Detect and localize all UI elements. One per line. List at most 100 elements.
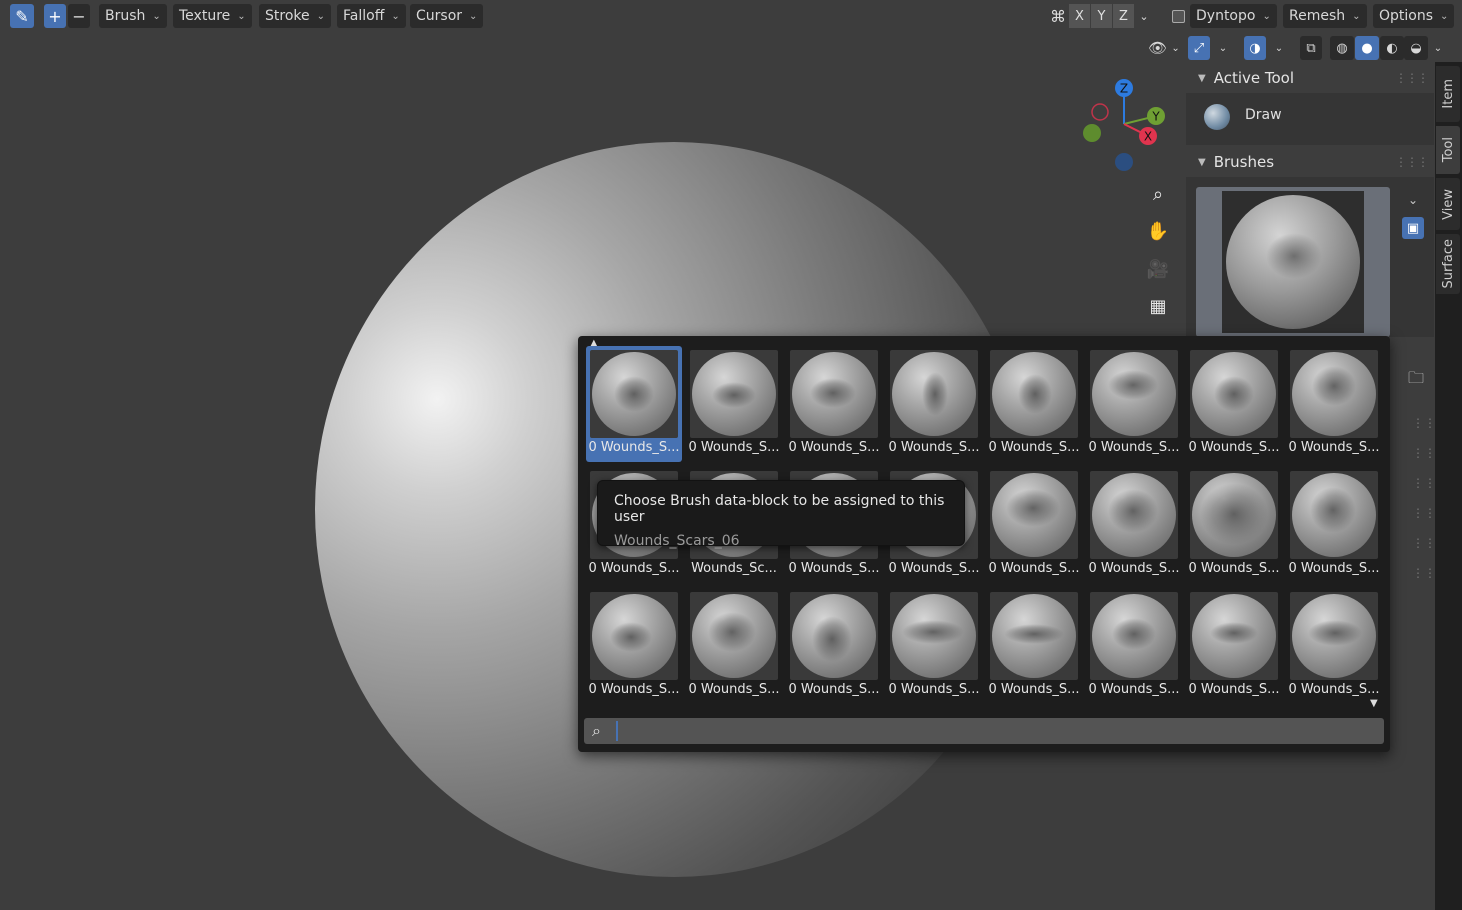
brush-preview-thumbnail xyxy=(1226,195,1360,329)
eye-icon: 👁 xyxy=(1148,39,1168,57)
brush-grid-label: 0 Wounds_S... xyxy=(988,440,1080,455)
brush-grid-label: 0 Wounds_S... xyxy=(988,561,1080,576)
brush-grid-item[interactable]: 0 Wounds_S... xyxy=(886,588,982,704)
brush-grid-item[interactable]: 0 Wounds_S... xyxy=(1286,467,1382,583)
pan-hand-icon[interactable]: ✋ xyxy=(1144,217,1172,245)
add-brush-icon[interactable]: + xyxy=(44,4,66,28)
brush-grid-label: Wounds_Sc... xyxy=(691,561,777,576)
xray-toggle-icon[interactable]: ⧉ xyxy=(1300,36,1322,60)
tab-view[interactable]: View xyxy=(1436,178,1460,230)
solid-shading-icon[interactable]: ● xyxy=(1355,36,1379,60)
neg-x-axis-handle[interactable] xyxy=(1091,103,1109,121)
gizmo-dropdown-chevron-icon[interactable]: ⌄ xyxy=(1212,36,1234,60)
brush-thumbnail xyxy=(690,592,778,680)
brush-grid-label: 0 Wounds_S... xyxy=(588,561,680,576)
image-icon[interactable]: ▣ xyxy=(1402,217,1424,239)
brush-grid-label: 0 Wounds_S... xyxy=(588,440,680,455)
brush-thumbnail xyxy=(1290,592,1378,680)
neg-z-axis-handle[interactable] xyxy=(1115,153,1133,171)
chevron-down-icon[interactable]: ⌄ xyxy=(1402,189,1424,211)
mirror-z-toggle[interactable]: Z xyxy=(1113,4,1134,28)
symmetry-icon[interactable]: ⌘ xyxy=(1046,4,1070,28)
brush-thumbnail xyxy=(590,592,678,680)
tab-item[interactable]: Item xyxy=(1436,66,1460,122)
ortho-grid-icon[interactable]: ▦ xyxy=(1144,292,1172,320)
brush-grid-label: 0 Wounds_S... xyxy=(988,682,1080,697)
brush-grid-item[interactable]: 0 Wounds_S... xyxy=(986,346,1082,462)
dyntopo-menu[interactable]: Dyntopo ⌄ xyxy=(1190,4,1277,28)
brush-search-field[interactable]: ⌕ xyxy=(584,718,1384,744)
brush-menu[interactable]: Brush ⌄ xyxy=(99,4,167,28)
mirror-x-toggle[interactable]: X xyxy=(1069,4,1090,28)
active-tool-header[interactable]: ▼ Active Tool ⋮⋮⋮ xyxy=(1186,63,1434,93)
navigation-gizmo[interactable]: Z Y X xyxy=(1078,76,1170,176)
brush-preview-frame[interactable] xyxy=(1196,187,1390,337)
brush-thumbnail xyxy=(690,350,778,438)
brush-grid-label: 0 Wounds_S... xyxy=(888,561,980,576)
brush-grid-item[interactable]: 0 Wounds_S... xyxy=(986,588,1082,704)
brushes-body: ⌄ ▣ xyxy=(1186,177,1434,337)
tab-tool[interactable]: Tool xyxy=(1436,126,1460,174)
brush-grid-item[interactable]: 0 Wounds_S... xyxy=(686,346,782,462)
brush-grid-item[interactable]: 0 Wounds_S... xyxy=(1286,346,1382,462)
overlays-dropdown-chevron-icon[interactable]: ⌄ xyxy=(1268,36,1290,60)
chevron-down-icon[interactable]: ⌄ xyxy=(1134,4,1154,28)
overlays-toggle-icon[interactable]: ◑ xyxy=(1244,36,1266,60)
brush-grid-item[interactable]: 0 Wounds_S... xyxy=(786,346,882,462)
brush-grid-item[interactable]: 0 Wounds_S... xyxy=(586,346,682,462)
camera-icon[interactable]: 🎥 xyxy=(1144,255,1172,283)
draw-brush-icon[interactable] xyxy=(1204,104,1230,130)
brush-grid-item[interactable]: 0 Wounds_S... xyxy=(1186,467,1282,583)
drag-grip-icon[interactable]: ⋮⋮⋮ xyxy=(1395,71,1429,85)
brush-grid-item[interactable]: 0 Wounds_S... xyxy=(1286,588,1382,704)
folder-icon[interactable]: 🗀 xyxy=(1404,368,1428,392)
brush-thumbnail xyxy=(1190,592,1278,680)
brush-grid-item[interactable]: 0 Wounds_S... xyxy=(886,346,982,462)
options-menu[interactable]: Options ⌄ xyxy=(1373,4,1455,28)
brush-grid-item[interactable]: 0 Wounds_S... xyxy=(1086,588,1182,704)
tooltip-value: Wounds_Scars_06 xyxy=(614,533,740,549)
brush-grid-label: 0 Wounds_S... xyxy=(1088,440,1180,455)
material-shading-icon[interactable]: ◐ xyxy=(1380,36,1404,60)
mirror-y-toggle[interactable]: Y xyxy=(1091,4,1112,28)
brush-grid-label: 0 Wounds_S... xyxy=(1288,440,1380,455)
texture-menu[interactable]: Texture ⌄ xyxy=(173,4,252,28)
remesh-menu[interactable]: Remesh ⌄ xyxy=(1283,4,1367,28)
brush-grid-label: 0 Wounds_S... xyxy=(788,682,880,697)
gizmo-toggle-icon[interactable]: ⤢ xyxy=(1188,36,1210,60)
brush-grid-item[interactable]: 0 Wounds_S... xyxy=(1086,346,1182,462)
brush-grid-item[interactable]: 0 Wounds_S... xyxy=(686,588,782,704)
brushes-header[interactable]: ▼ Brushes ⋮⋮⋮ xyxy=(1186,147,1434,177)
brush-grid-item[interactable]: 0 Wounds_S... xyxy=(1086,467,1182,583)
subtract-brush-icon[interactable]: − xyxy=(68,4,90,28)
sculpt-mode-icon[interactable]: ✎ xyxy=(10,4,34,28)
brush-grid-item[interactable]: 0 Wounds_S... xyxy=(1186,588,1282,704)
brush-grid-item[interactable]: 0 Wounds_S... xyxy=(986,467,1082,583)
wireframe-shading-icon[interactable]: ◍ xyxy=(1330,36,1354,60)
scroll-down-arrow-icon[interactable]: ▼ xyxy=(1370,698,1378,709)
brush-grid-item[interactable]: 0 Wounds_S... xyxy=(1186,346,1282,462)
active-tool-title: Active Tool xyxy=(1213,69,1295,87)
tab-surface[interactable]: Surface xyxy=(1436,234,1460,294)
falloff-menu[interactable]: Falloff ⌄ xyxy=(337,4,406,28)
neg-y-axis-handle[interactable] xyxy=(1083,124,1101,142)
collapse-triangle-icon: ▼ xyxy=(1198,72,1206,84)
shading-dropdown-chevron-icon[interactable]: ⌄ xyxy=(1430,36,1446,60)
stroke-menu[interactable]: Stroke ⌄ xyxy=(259,4,332,28)
dyntopo-checkbox[interactable] xyxy=(1166,4,1190,28)
brush-grid-item[interactable]: 0 Wounds_S... xyxy=(586,588,682,704)
brush-grid-label: 0 Wounds_S... xyxy=(688,682,780,697)
brush-thumbnail xyxy=(890,592,978,680)
rendered-shading-icon[interactable]: ◒ xyxy=(1404,36,1428,60)
brush-thumbnail xyxy=(790,350,878,438)
visibility-dropdown[interactable]: 👁 ⌄ xyxy=(1144,36,1184,60)
brush-thumbnail xyxy=(990,471,1078,559)
zoom-icon[interactable]: ⌕ xyxy=(1144,180,1172,208)
brush-thumbnail xyxy=(1290,471,1378,559)
active-tool-body: Draw xyxy=(1186,93,1434,145)
drag-grip-icon[interactable]: ⋮⋮⋮ xyxy=(1395,155,1429,169)
brush-grid-item[interactable]: 0 Wounds_S... xyxy=(786,588,882,704)
brush-grid-label: 0 Wounds_S... xyxy=(788,561,880,576)
brush-grid-label: 0 Wounds_S... xyxy=(1188,561,1280,576)
cursor-menu[interactable]: Cursor ⌄ xyxy=(410,4,484,28)
